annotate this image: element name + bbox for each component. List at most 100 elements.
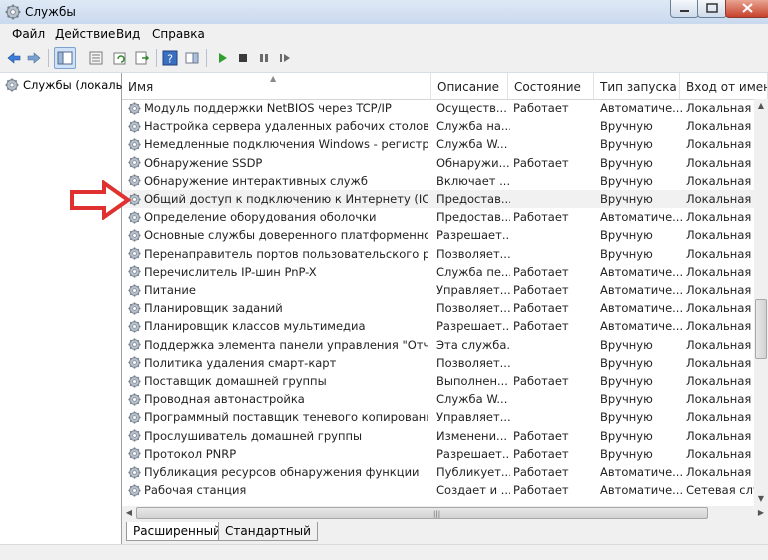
- start-service-icon[interactable]: [214, 50, 230, 66]
- service-name: Модуль поддержки NetBIOS через TCP/IP: [128, 101, 428, 115]
- column-header-status[interactable]: Состояние: [508, 73, 594, 99]
- table-row[interactable]: Рабочая станция Создает и ... Работает Авто…: [122, 481, 768, 499]
- service-startup-type: Вручную: [600, 246, 653, 261]
- table-row[interactable]: Планировщик классов мультимедиа Разрешает…: [122, 317, 768, 335]
- service-description: Предостав...: [436, 210, 510, 225]
- service-name: Немедленные подключения Windows - регист…: [128, 137, 428, 151]
- table-row[interactable]: Планировщик заданий Позволяет... Работает А…: [122, 299, 768, 317]
- service-name-label: Поддержка элемента панели управления "От…: [144, 337, 428, 352]
- service-description: Служба W...: [436, 137, 508, 152]
- restart-service-icon[interactable]: [277, 50, 293, 66]
- service-name-label: Настройка сервера удаленных рабочих стол…: [144, 119, 428, 134]
- service-gear-icon: [128, 247, 141, 260]
- back-arrow-icon[interactable]: [6, 50, 22, 66]
- service-description: Разрешает...: [436, 446, 510, 461]
- table-row[interactable]: Настройка сервера удаленных рабочих стол…: [122, 117, 768, 135]
- table-row[interactable]: Немедленные подключения Windows - регист…: [122, 135, 768, 153]
- table-row[interactable]: Определение оборудования оболочки Предост…: [122, 208, 768, 226]
- menu-bar: Файл Действие Вид Справка: [0, 24, 768, 44]
- tab-standard[interactable]: Стандартный: [218, 522, 318, 541]
- table-row[interactable]: Протокол PNRP Разрешает... Работает Вручную…: [122, 445, 768, 463]
- service-name: Рабочая станция: [128, 483, 428, 497]
- red-arrow-annotation: [70, 180, 132, 220]
- service-startup-type: Автоматиче...: [600, 319, 682, 334]
- service-startup-type: Вручную: [600, 374, 653, 388]
- menu-action[interactable]: Действие: [55, 27, 115, 41]
- table-row[interactable]: Перенаправитель портов пользовательского…: [122, 245, 768, 263]
- menu-help[interactable]: Справка: [152, 27, 205, 41]
- table-row[interactable]: Обнаружение SSDP Обнаружи... Работает Вручн…: [122, 154, 768, 172]
- service-status: Работает: [513, 210, 569, 225]
- table-row[interactable]: Проводная автонастройка Служба W... Вручну…: [122, 390, 768, 408]
- service-description: Управляет...: [436, 410, 510, 425]
- vertical-scroll-thumb[interactable]: [755, 299, 767, 359]
- properties-icon[interactable]: [88, 50, 104, 66]
- service-name: Общий доступ к подключению к Интернету (…: [128, 192, 428, 206]
- table-row[interactable]: Основные службы доверенного платформенно…: [122, 226, 768, 244]
- service-startup-type: Вручную: [600, 428, 653, 443]
- export-list-icon[interactable]: [134, 50, 150, 66]
- table-row[interactable]: Общий доступ к подключению к Интернету (…: [122, 190, 768, 208]
- forward-arrow-icon[interactable]: [26, 50, 42, 66]
- service-description: Позволяет...: [436, 301, 510, 316]
- maximize-button[interactable]: [697, 0, 727, 18]
- service-gear-icon: [128, 447, 141, 460]
- service-name: Политика удаления смарт-карт: [128, 356, 428, 370]
- service-startup-type: Автоматиче...: [600, 210, 682, 225]
- service-status: Работает: [513, 483, 569, 498]
- service-name: Планировщик заданий: [128, 301, 428, 315]
- menu-view[interactable]: Вид: [116, 27, 140, 41]
- scroll-left-icon[interactable]: ◀: [122, 506, 136, 520]
- service-name: Питание: [128, 283, 428, 297]
- service-status: Работает: [513, 101, 569, 115]
- tree-item-services-local[interactable]: Службы (локалы: [5, 78, 125, 92]
- help-icon[interactable]: ?: [162, 50, 178, 66]
- service-description: Служба W...: [436, 392, 508, 407]
- service-name-label: Модуль поддержки NetBIOS через TCP/IP: [144, 101, 392, 115]
- service-description: Включает ...: [436, 173, 510, 188]
- services-gear-icon: [5, 4, 21, 20]
- column-header-name[interactable]: Имя: [122, 73, 431, 99]
- scroll-down-icon[interactable]: ▼: [754, 492, 768, 506]
- stop-service-icon[interactable]: [235, 50, 251, 66]
- service-name: Протокол PNRP: [128, 447, 428, 461]
- table-row[interactable]: Политика удаления смарт-карт Позволяет...…: [122, 354, 768, 372]
- table-row[interactable]: Питание Управляет... Работает Автоматиче...…: [122, 281, 768, 299]
- scroll-right-icon[interactable]: ▶: [754, 506, 768, 520]
- table-row[interactable]: Программный поставщик теневого копирован…: [122, 408, 768, 426]
- refresh-icon[interactable]: [112, 50, 128, 66]
- table-row[interactable]: Прослушиватель домашней группы Изменени..…: [122, 427, 768, 445]
- service-startup-type: Автоматиче...: [600, 483, 682, 498]
- vertical-scrollbar[interactable]: ▲ ▼: [754, 99, 768, 506]
- scroll-up-icon[interactable]: ▲: [754, 99, 768, 113]
- service-name: Перенаправитель портов пользовательского…: [128, 247, 428, 261]
- horizontal-scroll-thumb[interactable]: |||: [136, 507, 708, 519]
- column-header-description[interactable]: Описание: [431, 73, 508, 99]
- table-row[interactable]: Поддержка элемента панели управления "От…: [122, 336, 768, 354]
- table-row[interactable]: Перечислитель IP-шин PnP-X Служба пе... Ра…: [122, 263, 768, 281]
- table-row[interactable]: Модуль поддержки NetBIOS через TCP/IP Осу…: [122, 99, 768, 117]
- service-status: Работает: [513, 319, 569, 334]
- menu-file[interactable]: Файл: [12, 27, 45, 41]
- service-name: Определение оборудования оболочки: [128, 210, 428, 224]
- horizontal-scrollbar[interactable]: ◀ ||| ▶: [122, 506, 768, 520]
- service-status: Работает: [513, 428, 569, 443]
- service-name: Проводная автонастройка: [128, 392, 428, 406]
- show-tree-button[interactable]: [54, 47, 76, 69]
- service-startup-type: Вручную: [600, 119, 653, 134]
- close-button[interactable]: [725, 0, 768, 18]
- table-row[interactable]: Поставщик домашней группы Выполнен... Рабо…: [122, 372, 768, 390]
- pause-service-icon[interactable]: [256, 50, 272, 66]
- toolbar-separator: [48, 49, 49, 67]
- toolbar-separator: [206, 49, 207, 67]
- minimize-button[interactable]: [670, 0, 699, 18]
- table-row[interactable]: Публикация ресурсов обнаружения функции П…: [122, 463, 768, 481]
- action-pane-icon[interactable]: [184, 50, 200, 66]
- service-name-label: Определение оборудования оболочки: [144, 210, 377, 225]
- tab-extended[interactable]: Расширенный: [126, 522, 228, 541]
- services-gear-icon: [5, 78, 19, 92]
- column-header-startup-type[interactable]: Тип запуска: [594, 73, 680, 99]
- close-icon: [742, 3, 753, 13]
- table-row[interactable]: Обнаружение интерактивных служб Включает …: [122, 172, 768, 190]
- column-header-logon-as[interactable]: Вход от имен: [680, 73, 768, 99]
